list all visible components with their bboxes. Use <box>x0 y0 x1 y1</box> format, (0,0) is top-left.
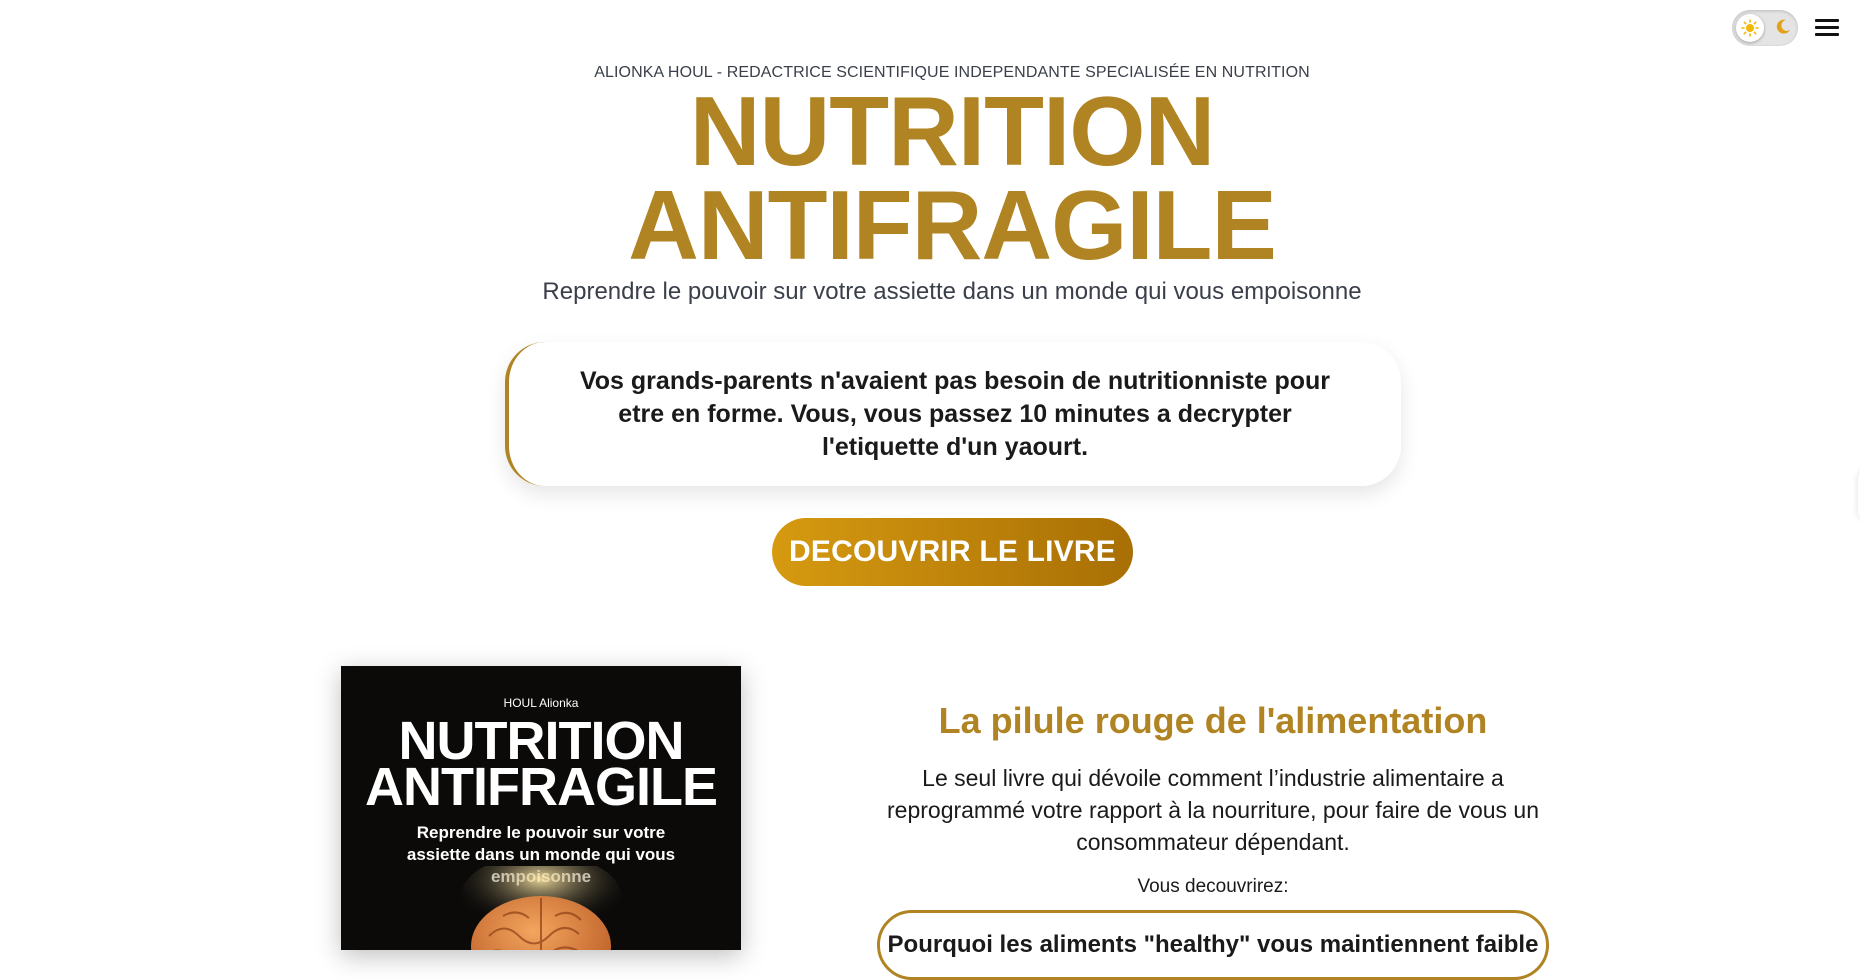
hero-subtitle: Reprendre le pouvoir sur votre assiette … <box>542 278 1362 305</box>
brain-illustration <box>461 866 621 950</box>
quote-text: Vos grands-parents n'avaient pas besoin … <box>579 366 1331 461</box>
moon-icon <box>1776 19 1790 34</box>
theme-toggle[interactable] <box>1732 10 1798 46</box>
discover-book-button[interactable]: DECOUVRIR LE LIVRE <box>772 518 1133 586</box>
benefit-point: Pourquoi les aliments "healthy" vous mai… <box>877 910 1549 980</box>
book-author: HOUL Alionka <box>503 696 579 710</box>
book-cover[interactable]: HOUL Alionka NUTRITION ANTIFRAGILE Repre… <box>341 666 741 950</box>
menu-icon[interactable] <box>1815 16 1841 40</box>
discover-label: Vous decouvrirez: <box>1137 876 1289 897</box>
hero-title: NUTRITION ANTIFRAGILE <box>0 76 1860 280</box>
book-title-line2: ANTIFRAGILE <box>365 757 718 817</box>
hero-title-line2: ANTIFRAGILE <box>628 170 1277 280</box>
pitch-heading: La pilule rouge de l'alimentation <box>938 700 1488 741</box>
book-title: NUTRITION ANTIFRAGILE <box>341 714 741 817</box>
quote-card: Vos grands-parents n'avaient pas besoin … <box>505 342 1401 486</box>
pitch-body: Le seul livre qui dévoile comment l’indu… <box>887 765 1539 855</box>
sun-icon <box>1736 14 1764 42</box>
hero-title-line1: NUTRITION <box>689 76 1216 186</box>
